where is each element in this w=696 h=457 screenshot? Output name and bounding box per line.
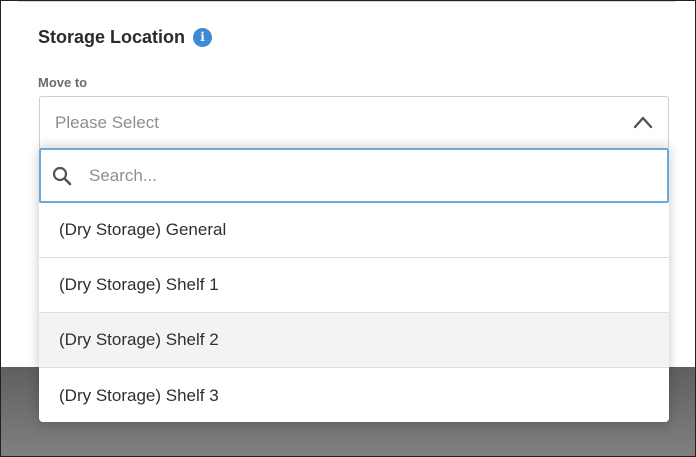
location-dropdown: (Dry Storage) General (Dry Storage) Shel…	[39, 148, 669, 422]
move-to-select[interactable]: Please Select	[39, 96, 669, 148]
search-input[interactable]	[89, 160, 649, 192]
dropdown-search	[39, 148, 669, 203]
select-placeholder: Please Select	[55, 112, 159, 132]
info-icon[interactable]: i	[193, 27, 213, 47]
option-dry-storage-shelf-1[interactable]: (Dry Storage) Shelf 1	[39, 258, 669, 313]
option-dry-storage-shelf-3[interactable]: (Dry Storage) Shelf 3	[39, 368, 669, 423]
search-icon	[52, 166, 72, 186]
divider	[18, 1, 676, 2]
move-to-label: Move to	[38, 75, 88, 90]
section-header: Storage Location i	[38, 25, 213, 49]
section-title: Storage Location	[38, 26, 186, 47]
option-dry-storage-general[interactable]: (Dry Storage) General	[39, 203, 669, 258]
option-dry-storage-shelf-2[interactable]: (Dry Storage) Shelf 2	[39, 313, 669, 368]
chevron-up-icon[interactable]	[632, 113, 654, 131]
